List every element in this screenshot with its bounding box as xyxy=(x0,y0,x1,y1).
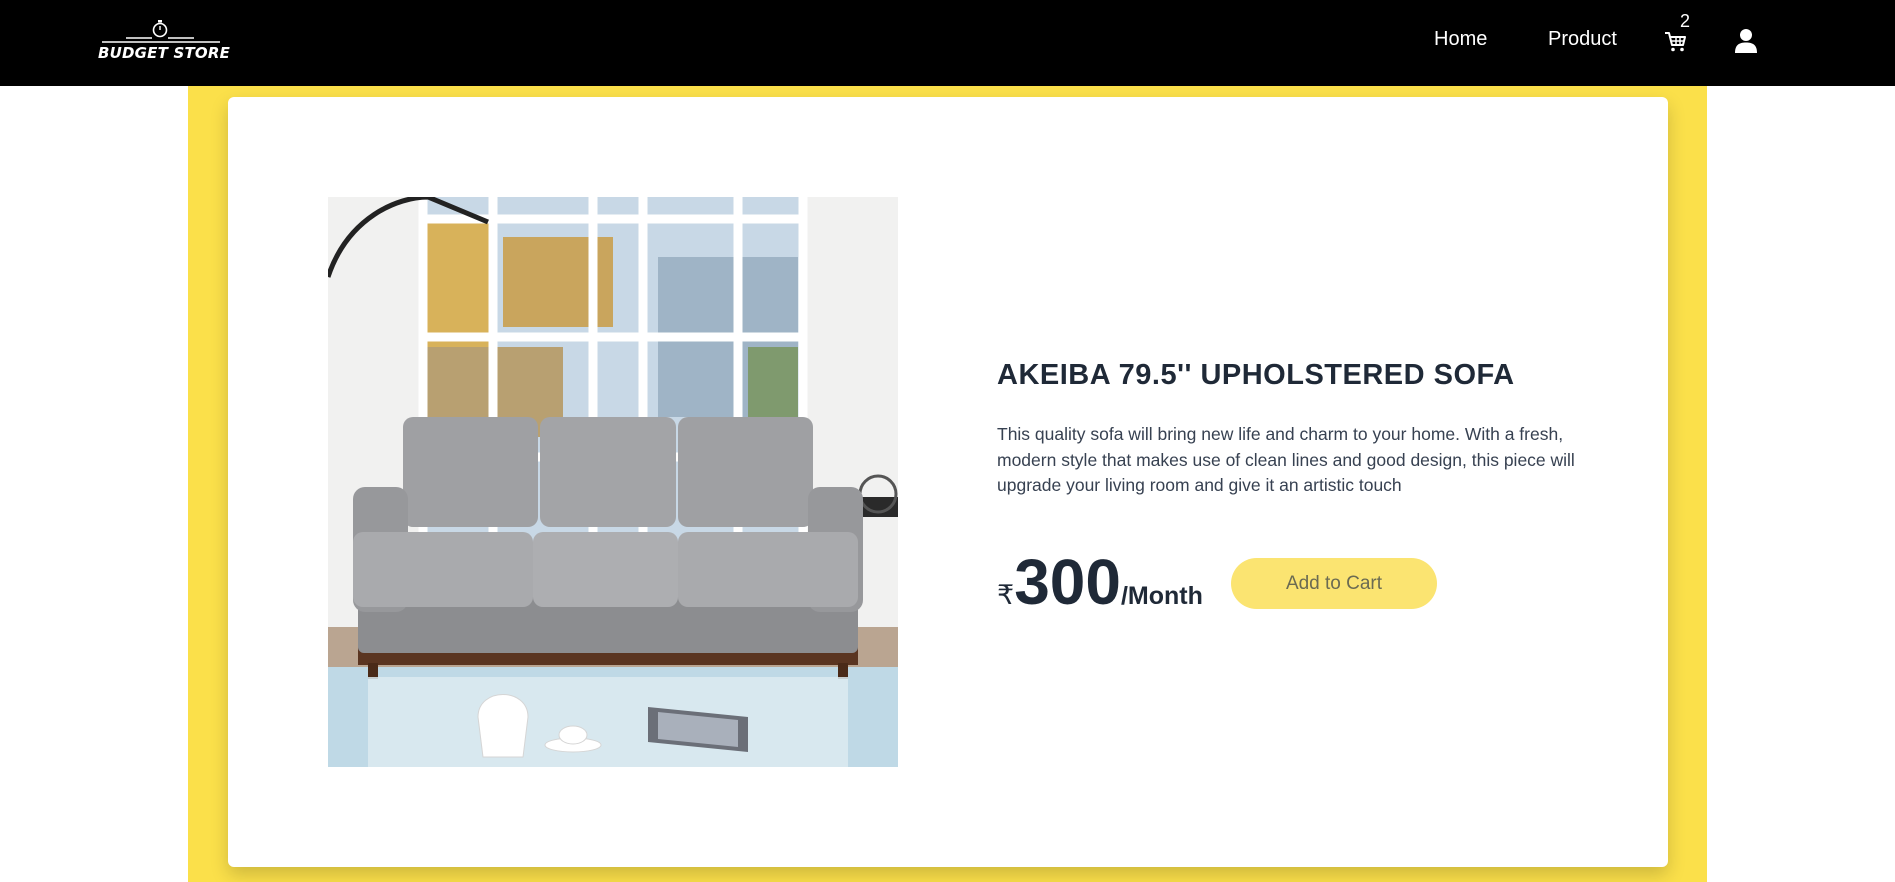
nav-product-link[interactable]: Product xyxy=(1548,28,1617,51)
user-icon[interactable] xyxy=(1734,28,1758,54)
nav-home-link[interactable]: Home xyxy=(1434,28,1487,51)
product-title: AKEIBA 79.5'' UPHOLSTERED SOFA xyxy=(997,359,1515,391)
product-price: ₹300/Month xyxy=(997,545,1203,619)
navbar: BUDGET STORE Home Product 2 xyxy=(0,0,1895,86)
price-amount: 300 xyxy=(1014,546,1121,618)
product-card: AKEIBA 79.5'' UPHOLSTERED SOFA This qual… xyxy=(228,97,1668,867)
price-period: /Month xyxy=(1120,582,1203,610)
budget-store-logo[interactable]: BUDGET STORE xyxy=(96,18,230,68)
cart-icon[interactable] xyxy=(1664,30,1688,54)
product-image xyxy=(328,197,898,767)
cart-count-badge: 2 xyxy=(1680,11,1691,31)
price-currency: ₹ xyxy=(997,580,1015,610)
sofa-photo-icon xyxy=(328,197,898,767)
product-description: This quality sofa will bring new life an… xyxy=(997,424,1575,495)
brand-name: BUDGET STORE xyxy=(98,44,231,62)
add-to-cart-button[interactable]: Add to Cart xyxy=(1231,558,1437,609)
